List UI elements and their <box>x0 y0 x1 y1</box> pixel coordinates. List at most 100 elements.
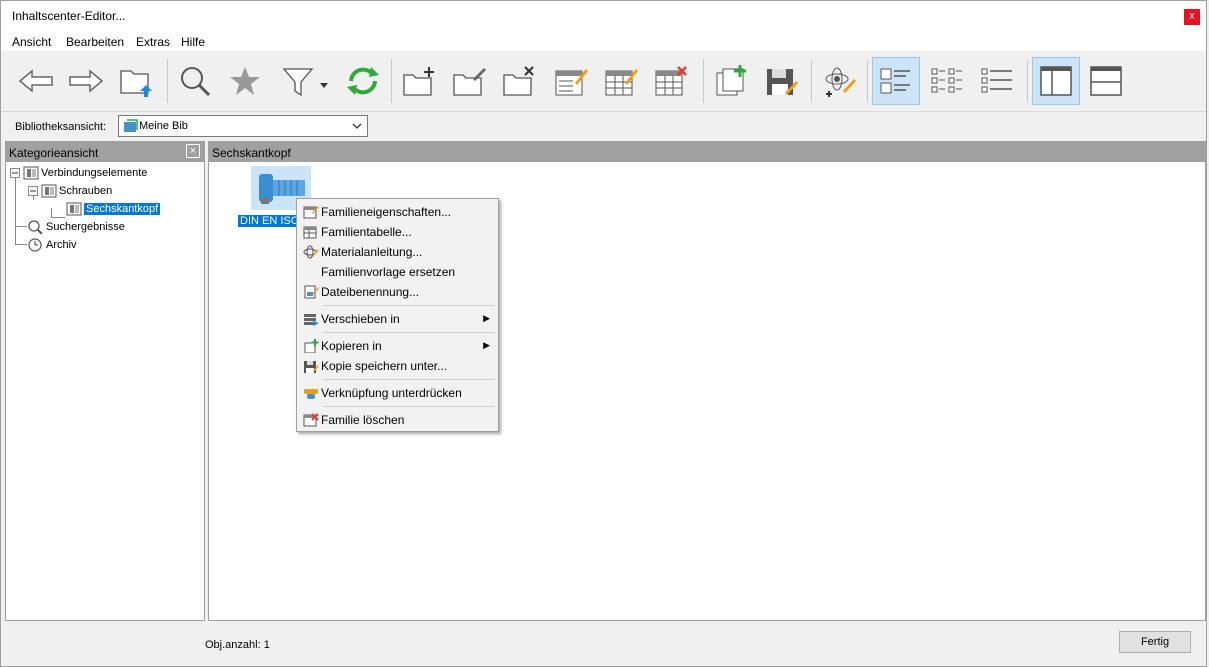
library-icon <box>124 119 138 132</box>
forward-button[interactable] <box>62 57 110 105</box>
menu-bar: Ansicht Bearbeiten Extras Hilfe <box>1 31 1206 51</box>
collapse-icon <box>28 186 38 196</box>
family-properties-icon <box>555 69 588 96</box>
menu-item-suppress-link[interactable]: Verknüpfung unterdrücken <box>299 383 496 403</box>
menu-separator <box>323 332 495 333</box>
back-button[interactable] <box>12 57 60 105</box>
family-properties-button[interactable] <box>547 57 595 105</box>
view-list-icon <box>981 68 1012 93</box>
favorites-button[interactable] <box>221 57 269 105</box>
new-category-icon <box>403 67 434 96</box>
toolbar-separator <box>1027 59 1028 103</box>
status-bar: Obj.anzahl: 1 Fertig <box>1 623 1206 666</box>
material-guide-button[interactable] <box>815 57 863 105</box>
move-to-icon <box>304 314 319 326</box>
menu-item-family-table[interactable]: Familientabelle... <box>299 222 496 242</box>
menu-item-replace-family-template[interactable]: Familienvorlage ersetzen <box>299 262 496 282</box>
family-item-label[interactable]: DIN EN ISO <box>238 215 302 227</box>
menu-view[interactable]: Ansicht <box>12 35 51 49</box>
menu-help[interactable]: Hilfe <box>181 35 205 49</box>
delete-family-button[interactable] <box>647 57 695 105</box>
menu-item-file-naming[interactable]: Dateibenennung... <box>299 282 496 302</box>
view-small-icons-icon <box>931 68 962 93</box>
toolbar <box>1 53 1206 112</box>
menu-item-copy-to[interactable]: Kopieren in ▶ <box>299 336 496 356</box>
forward-arrow-icon <box>69 69 104 93</box>
tree-item-label: Schrauben <box>59 185 113 197</box>
new-category-button[interactable] <box>395 57 443 105</box>
tree-item-label: Suchergebnisse <box>46 221 125 233</box>
copy-to-icon <box>304 339 319 353</box>
back-arrow-icon <box>18 69 53 93</box>
tree-item-suchergebnisse[interactable]: Suchergebnisse <box>28 218 125 236</box>
close-button[interactable]: x <box>1184 9 1200 25</box>
tree-item-label: Archiv <box>46 239 77 251</box>
refresh-icon <box>347 67 379 95</box>
content-pane-title: Sechskantkopf <box>212 146 291 160</box>
tree-item-archiv[interactable]: Archiv <box>28 236 77 254</box>
copy-to-button[interactable] <box>707 57 755 105</box>
menu-item-delete-family[interactable]: Familie löschen <box>299 410 496 430</box>
tree-item-schrauben[interactable]: Schrauben <box>28 182 112 200</box>
tree-item-verbindungselemente[interactable]: Verbindungselemente <box>10 164 147 182</box>
edit-category-button[interactable] <box>445 57 493 105</box>
menu-item-family-properties[interactable]: Familieneigenschaften... <box>299 202 496 222</box>
folder-up-icon <box>120 70 152 97</box>
collapse-icon <box>10 168 20 178</box>
family-properties-icon <box>303 206 319 219</box>
menu-edit[interactable]: Bearbeiten <box>66 35 124 49</box>
category-icon <box>23 166 39 180</box>
category-view-pane: Kategorieansicht × Verbindungselemente S… <box>5 141 205 621</box>
save-copy-button[interactable] <box>757 57 805 105</box>
library-view-value: Meine Bib <box>139 120 188 132</box>
tree-item-label: Sechskantkopf <box>84 203 161 215</box>
submenu-arrow-icon: ▶ <box>483 313 490 323</box>
view-large-icons-icon <box>880 68 910 94</box>
save-copy-icon <box>304 361 319 373</box>
content-center-editor-window: Inhaltscenter-Editor... x Ansicht Bearbe… <box>0 0 1207 667</box>
view-small-icons-button[interactable] <box>923 57 971 105</box>
toolbar-separator <box>167 59 168 103</box>
done-button[interactable]: Fertig <box>1119 631 1191 653</box>
context-menu: Familieneigenschaften... Familientabelle… <box>296 198 499 432</box>
search-icon <box>181 67 211 97</box>
search-icon <box>28 220 43 234</box>
submenu-arrow-icon: ▶ <box>483 340 490 350</box>
tree-connector <box>15 226 27 227</box>
layout-horizontal-icon <box>1090 66 1122 96</box>
menu-separator <box>323 406 495 407</box>
delete-category-button[interactable] <box>495 57 543 105</box>
view-list-button[interactable] <box>973 57 1021 105</box>
copy-to-icon <box>716 65 746 96</box>
delete-family-icon <box>303 413 319 427</box>
library-view-label: Bibliotheksansicht: <box>15 121 107 133</box>
menu-item-material-guide[interactable]: Materialanleitung... <box>299 242 496 262</box>
edit-category-icon <box>453 68 486 96</box>
category-view-header: Kategorieansicht × <box>6 142 204 162</box>
library-view-select[interactable]: Meine Bib <box>118 115 368 137</box>
material-guide-icon <box>303 245 319 259</box>
chevron-down-icon <box>352 123 362 129</box>
delete-category-icon <box>503 66 534 96</box>
category-icon <box>66 202 82 216</box>
family-table-button[interactable] <box>597 57 645 105</box>
family-table-icon <box>303 226 317 239</box>
family-table-icon <box>605 69 638 96</box>
layout-vertical-button[interactable] <box>1032 57 1080 105</box>
menu-item-save-copy-as[interactable]: Kopie speichern unter... <box>299 356 496 376</box>
menu-item-move-to[interactable]: Verschieben in ▶ <box>299 309 496 329</box>
save-copy-icon <box>767 69 798 95</box>
category-view-title: Kategorieansicht <box>9 146 99 160</box>
refresh-button[interactable] <box>339 57 387 105</box>
filter-button[interactable] <box>273 57 333 105</box>
category-icon <box>41 184 57 198</box>
search-button[interactable] <box>171 57 219 105</box>
content-pane-header: Sechskantkopf <box>209 142 1205 162</box>
filter-icon <box>282 68 328 97</box>
close-pane-button[interactable]: × <box>186 144 200 158</box>
layout-horizontal-button[interactable] <box>1082 57 1130 105</box>
view-large-icons-button[interactable] <box>872 57 920 105</box>
tree-item-sechskantkopf[interactable]: Sechskantkopf <box>66 200 161 218</box>
menu-extras[interactable]: Extras <box>136 35 170 49</box>
up-folder-button[interactable] <box>112 57 160 105</box>
